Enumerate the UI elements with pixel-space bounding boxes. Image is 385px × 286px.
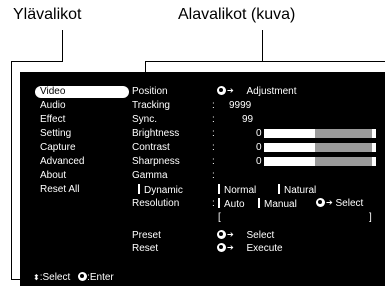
- contrast-value: 0: [256, 142, 262, 153]
- sync-colon: :: [212, 128, 215, 139]
- enter-button-icon: [217, 86, 226, 95]
- brightness-label[interactable]: Brightness: [132, 128, 179, 139]
- footer-enter-text: :Enter: [87, 272, 114, 283]
- contrast-colon: :: [212, 156, 215, 167]
- preset-value: Select: [246, 230, 275, 241]
- top-menus-leader-vertical: [62, 30, 63, 62]
- main-menu-item-reset-all[interactable]: Reset All: [40, 184, 79, 196]
- resolution-bracket-open: [: [218, 212, 221, 223]
- gamma-colon: :: [212, 170, 215, 181]
- arrow-right-icon: ➔: [227, 243, 234, 252]
- brightness-slider[interactable]: [264, 129, 376, 138]
- main-menu-item-capture[interactable]: Capture: [40, 142, 76, 154]
- top-menus-caption: Ylävalikot: [13, 6, 82, 23]
- gamma-label[interactable]: Gamma: [132, 170, 168, 181]
- arrow-right-icon: ➔: [326, 198, 333, 207]
- main-menu-item-advanced[interactable]: Advanced: [40, 156, 84, 168]
- resolution-manual-option[interactable]: Manual: [258, 198, 297, 210]
- sub-menus-leader-horizontal: [145, 61, 385, 62]
- top-menus-leader-down: [11, 61, 12, 280]
- tracking-value: 9999: [229, 100, 252, 111]
- resolution-select-label: Select: [335, 198, 364, 209]
- sync-label[interactable]: Sync.: [132, 114, 157, 125]
- arrow-right-icon: ➔: [227, 230, 234, 239]
- enter-button-icon: [316, 198, 325, 207]
- footer-select-text: :Select: [39, 272, 71, 283]
- enter-button-icon: [217, 243, 226, 252]
- sharpness-label[interactable]: Sharpness: [132, 156, 180, 167]
- projector-menu-screen: Video Audio Effect Setting Capture Advan…: [20, 72, 385, 286]
- tracking-label[interactable]: Tracking: [132, 100, 170, 111]
- reset-label[interactable]: Reset: [132, 243, 158, 254]
- brightness-colon: :: [212, 142, 215, 153]
- sharpness-value: 0: [256, 156, 262, 167]
- normal-marker: [218, 184, 220, 194]
- position-label[interactable]: Position: [132, 86, 168, 97]
- up-down-arrows-icon: ⬍: [33, 273, 40, 282]
- main-menu-item-setting[interactable]: Setting: [40, 128, 71, 140]
- sub-menus-leader-vertical: [262, 30, 263, 62]
- preset-label[interactable]: Preset: [132, 230, 161, 241]
- manual-marker: [258, 198, 260, 208]
- sharpness-slider[interactable]: [264, 157, 376, 166]
- reset-value: Execute: [246, 243, 283, 254]
- natural-label: Natural: [284, 185, 317, 196]
- gamma-normal-option[interactable]: Normal: [218, 184, 256, 196]
- main-menu-item-about[interactable]: About: [40, 170, 66, 182]
- footer-hint: ⬍:Select :Enter: [33, 272, 114, 283]
- resolution-colon: :: [212, 198, 215, 209]
- tracking-colon: :: [212, 114, 215, 125]
- dynamic-label: Dynamic: [144, 185, 183, 196]
- resolution-bracket-close: ]: [369, 212, 372, 223]
- preset-select[interactable]: ➔ Select: [217, 230, 274, 241]
- sync-value: 99: [242, 114, 254, 125]
- auto-label: Auto: [224, 199, 245, 210]
- resolution-label[interactable]: Resolution: [132, 198, 179, 209]
- position-adjustment[interactable]: ➔ Adjustment: [217, 86, 297, 97]
- contrast-label[interactable]: Contrast: [132, 142, 170, 153]
- enter-button-icon: [217, 230, 226, 239]
- normal-label: Normal: [224, 185, 257, 196]
- contrast-slider[interactable]: [264, 143, 376, 152]
- sub-menus-caption: Alavalikot (kuva): [178, 6, 296, 23]
- resolution-select[interactable]: ➔ Select: [316, 198, 363, 209]
- gamma-dynamic-option[interactable]: Dynamic: [138, 184, 183, 196]
- position-colon: :: [212, 100, 215, 111]
- main-menu-item-effect[interactable]: Effect: [40, 114, 65, 126]
- top-menus-leader-horizontal: [11, 61, 63, 62]
- resolution-auto-option[interactable]: Auto: [218, 198, 245, 210]
- main-menu-item-video[interactable]: Video: [40, 86, 65, 98]
- dynamic-marker: [138, 184, 140, 194]
- position-value: Adjustment: [246, 86, 297, 97]
- auto-marker: [218, 198, 220, 208]
- reset-execute[interactable]: ➔ Execute: [217, 243, 283, 254]
- natural-marker: [278, 184, 280, 194]
- brightness-value: 0: [256, 128, 262, 139]
- gamma-natural-option[interactable]: Natural: [278, 184, 316, 196]
- enter-button-icon: [78, 272, 88, 281]
- arrow-right-icon: ➔: [227, 86, 234, 95]
- manual-label: Manual: [264, 199, 297, 210]
- main-menu-item-audio[interactable]: Audio: [40, 100, 66, 112]
